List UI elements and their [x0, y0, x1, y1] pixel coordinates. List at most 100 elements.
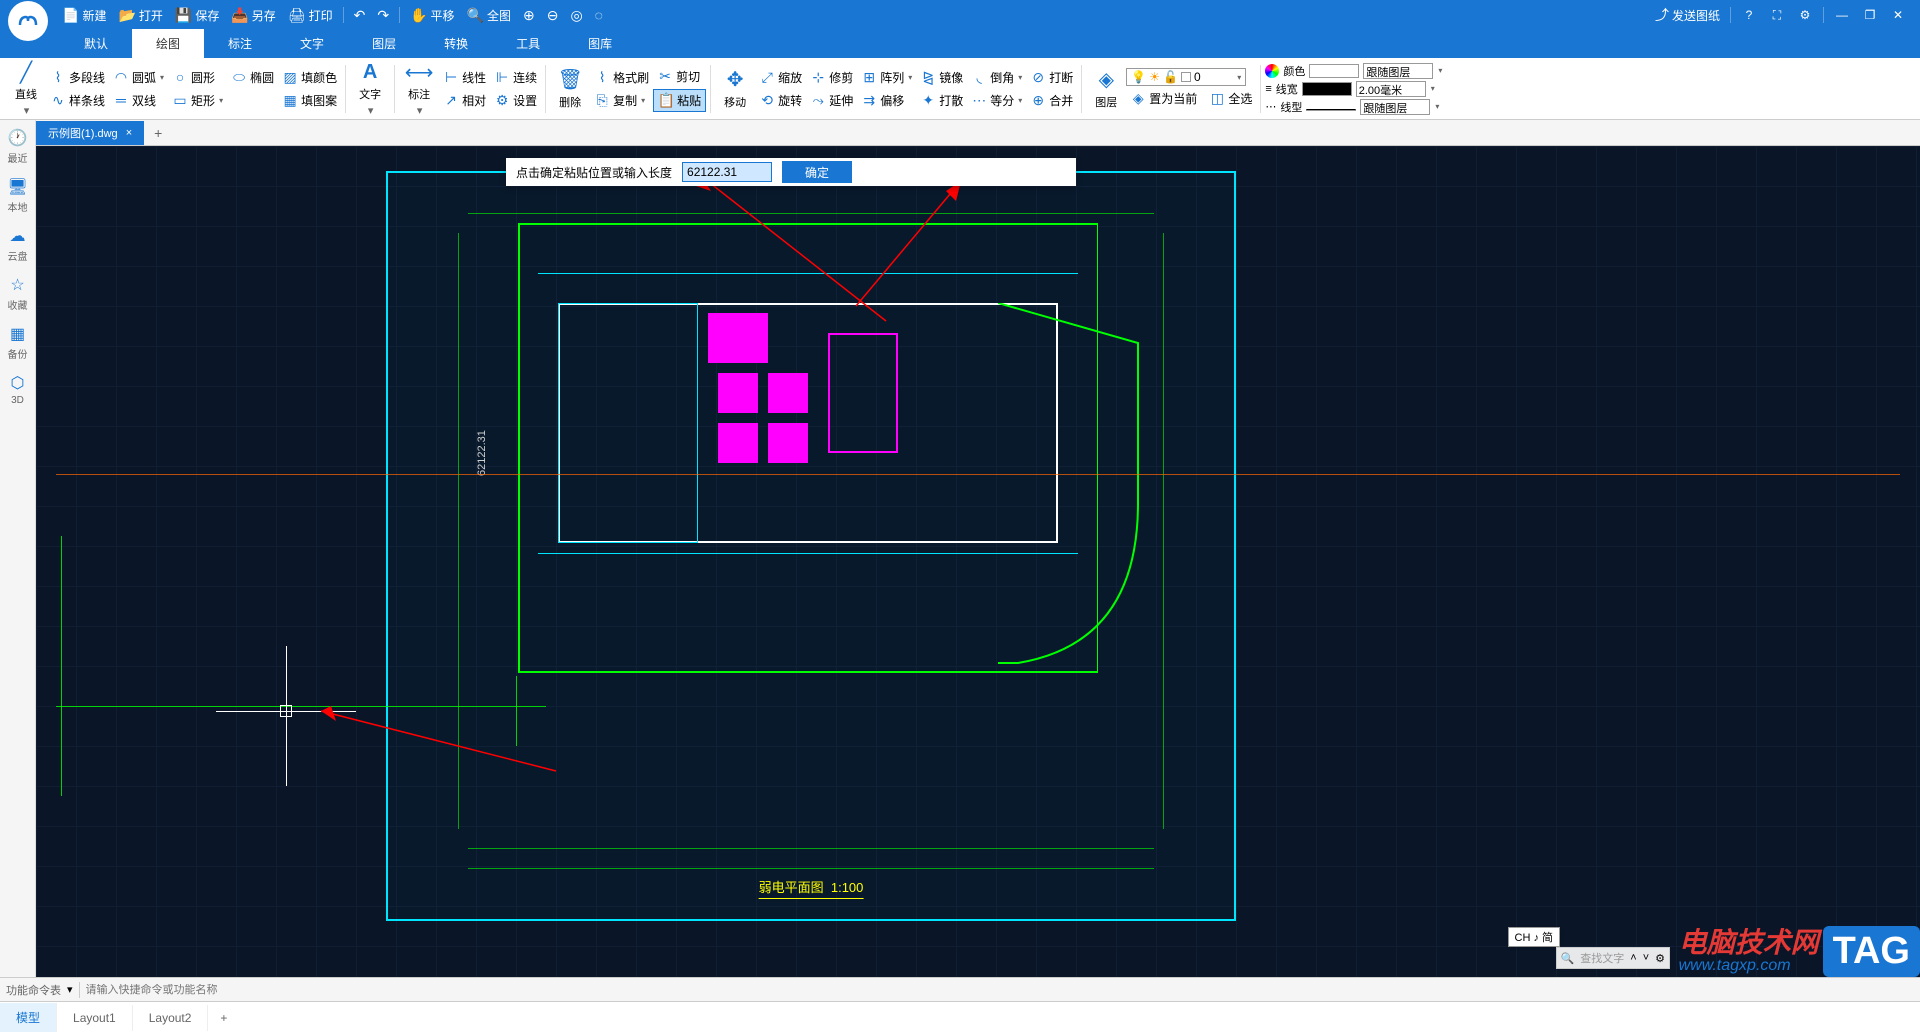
print-button[interactable]: 🖨打印: [282, 0, 339, 30]
sidebar-3d[interactable]: ⬡3D: [11, 373, 25, 406]
maximize-button[interactable]: ❐: [1856, 0, 1884, 30]
trim-tool[interactable]: ⊹修剪: [806, 67, 857, 88]
fillpattern-tool[interactable]: ▦填图案: [278, 90, 341, 111]
dim-settings-tool[interactable]: ⚙设置: [490, 90, 541, 111]
linewidth-property[interactable]: ≡线宽2.00毫米▾: [1265, 81, 1442, 97]
share-icon: ⤴: [1655, 5, 1669, 25]
sidebar-backup[interactable]: ▦备份: [8, 324, 28, 361]
sidebar-cloud[interactable]: ☁云盘: [8, 226, 28, 263]
send-button[interactable]: ⤴发送图纸: [1649, 0, 1726, 30]
array-tool[interactable]: ⊞阵列▾: [857, 67, 916, 88]
minimize-button[interactable]: —: [1828, 0, 1856, 30]
color-icon: [1265, 64, 1279, 78]
ellipse-tool[interactable]: ⬭椭圆: [227, 67, 278, 88]
file-tab[interactable]: 示例图(1).dwg×: [36, 121, 144, 145]
zoom-out-button[interactable]: ⊖: [541, 0, 565, 30]
chevron-down-icon[interactable]: ▾: [67, 983, 73, 996]
layer-panel[interactable]: ◈图层: [1086, 64, 1126, 114]
canvas-container: 示例图(1).dwg× +: [36, 120, 1920, 977]
zoom-window-icon: ◎: [570, 7, 582, 24]
close-button[interactable]: ✕: [1884, 0, 1912, 30]
chevron-down-icon[interactable]: ˅: [1643, 952, 1649, 964]
linear-dim-tool[interactable]: ⊢线性: [439, 67, 490, 88]
print-icon: 🖨: [288, 7, 306, 24]
saveas-button[interactable]: 📥另存: [225, 0, 281, 30]
color-property[interactable]: 颜色跟随图层▾: [1265, 63, 1442, 79]
continuous-dim-tool[interactable]: ⊩连续: [490, 67, 541, 88]
break-tool[interactable]: ⊘打断: [1026, 67, 1077, 88]
zoom-in-button[interactable]: ⊕: [517, 0, 541, 30]
extend-tool[interactable]: ⤳延伸: [806, 90, 857, 111]
format-tool[interactable]: ⌇格式刷: [590, 67, 653, 88]
drawing-canvas[interactable]: 弱电平面图 1:100 62122.31: [36, 146, 1920, 977]
relative-dim-tool[interactable]: ↗相对: [439, 90, 490, 111]
redo-button[interactable]: ↷: [371, 0, 395, 30]
help-button[interactable]: ?: [1735, 0, 1763, 30]
dline-tool[interactable]: ═双线: [109, 90, 168, 111]
add-file-tab[interactable]: +: [144, 121, 172, 145]
fit-button[interactable]: 🔍全图: [461, 0, 517, 30]
prompt-ok-button[interactable]: 确定: [782, 161, 852, 183]
sidebar-recent[interactable]: 🕐最近: [8, 128, 28, 165]
divide-tool[interactable]: ⋯等分▾: [967, 90, 1026, 111]
fillet-tool[interactable]: ◟倒角▾: [967, 67, 1026, 88]
text-tool[interactable]: A文字▾: [350, 56, 390, 121]
dim-tool[interactable]: ⟷标注▾: [399, 56, 439, 121]
layout-tab-2[interactable]: Layout2: [133, 1005, 209, 1031]
undo-button[interactable]: ↶: [348, 0, 372, 30]
redo-icon: ↷: [377, 7, 389, 24]
setcurrent-button[interactable]: ◈置为当前: [1126, 88, 1201, 109]
circle-tool[interactable]: ○圆形: [168, 67, 227, 88]
sidebar-favorite[interactable]: ☆收藏: [8, 275, 28, 312]
menu-tabs: 默认 绘图 标注 文字 图层 转换 工具 图库: [0, 30, 1920, 58]
settings-button[interactable]: ⚙: [1791, 0, 1819, 30]
close-tab-icon[interactable]: ×: [126, 127, 132, 139]
linetype-property[interactable]: ⋯线型跟随图层▾: [1265, 99, 1442, 115]
arc-tool[interactable]: ◠圆弧▾: [109, 67, 168, 88]
rect-tool[interactable]: ▭矩形▾: [168, 90, 227, 111]
polyline-tool[interactable]: ⌇多段线: [46, 67, 109, 88]
tab-convert[interactable]: 转换: [420, 29, 492, 58]
new-button[interactable]: 📄新建: [56, 0, 112, 30]
prompt-input[interactable]: [682, 162, 772, 182]
zoom-window-button[interactable]: ◎: [564, 0, 588, 30]
fullscreen-button[interactable]: ⛶: [1763, 0, 1791, 30]
save-button[interactable]: 💾保存: [169, 0, 225, 30]
tab-default[interactable]: 默认: [60, 29, 132, 58]
open-button[interactable]: 📂打开: [112, 0, 168, 30]
pan-button[interactable]: ✋平移: [404, 0, 460, 30]
layout-tab-1[interactable]: Layout1: [57, 1005, 133, 1031]
paste-tool[interactable]: 📋粘贴: [653, 89, 706, 112]
fillcolor-tool[interactable]: ▨填颜色: [278, 67, 341, 88]
pan-icon: ✋: [410, 7, 427, 24]
gear-icon[interactable]: ⚙: [1655, 952, 1665, 965]
tab-layer[interactable]: 图层: [348, 29, 420, 58]
tab-draw[interactable]: 绘图: [132, 29, 204, 58]
scale-tool[interactable]: ⤢缩放: [755, 67, 806, 88]
tab-tools[interactable]: 工具: [492, 29, 564, 58]
spline-tool[interactable]: ∿样条线: [46, 90, 109, 111]
search-widget[interactable]: 🔍 查找文字 ˄ ˅ ⚙: [1556, 947, 1670, 969]
offset-tool[interactable]: ⇉偏移: [857, 90, 916, 111]
rotate-tool[interactable]: ⟲旋转: [755, 90, 806, 111]
tab-library[interactable]: 图库: [564, 29, 636, 58]
line-tool[interactable]: ╱直线▾: [6, 56, 46, 121]
zoom-extents-button[interactable]: ◌: [589, 0, 609, 30]
chevron-up-icon[interactable]: ˄: [1630, 952, 1636, 964]
command-input[interactable]: [86, 984, 486, 996]
copy-tool[interactable]: ⎘复制▾: [590, 90, 653, 111]
tab-text[interactable]: 文字: [276, 29, 348, 58]
sidebar-local[interactable]: 🖥本地: [7, 177, 27, 214]
explode-tool[interactable]: ✦打散: [916, 90, 967, 111]
layer-selector[interactable]: 💡☀🔓0▾: [1126, 68, 1246, 86]
selectall-button[interactable]: ◫全选: [1205, 88, 1256, 109]
mirror-tool[interactable]: ⧎镜像: [916, 67, 967, 88]
layout-tab-model[interactable]: 模型: [0, 1003, 57, 1032]
cut-tool[interactable]: ✂剪切: [653, 66, 706, 87]
add-layout-tab[interactable]: +: [208, 1005, 239, 1031]
move-tool[interactable]: ✥移动: [715, 64, 755, 114]
undo-icon: ↶: [354, 7, 366, 24]
join-tool[interactable]: ⊕合并: [1026, 90, 1077, 111]
delete-tool[interactable]: 🗑删除: [550, 64, 590, 114]
tab-annotate[interactable]: 标注: [204, 29, 276, 58]
